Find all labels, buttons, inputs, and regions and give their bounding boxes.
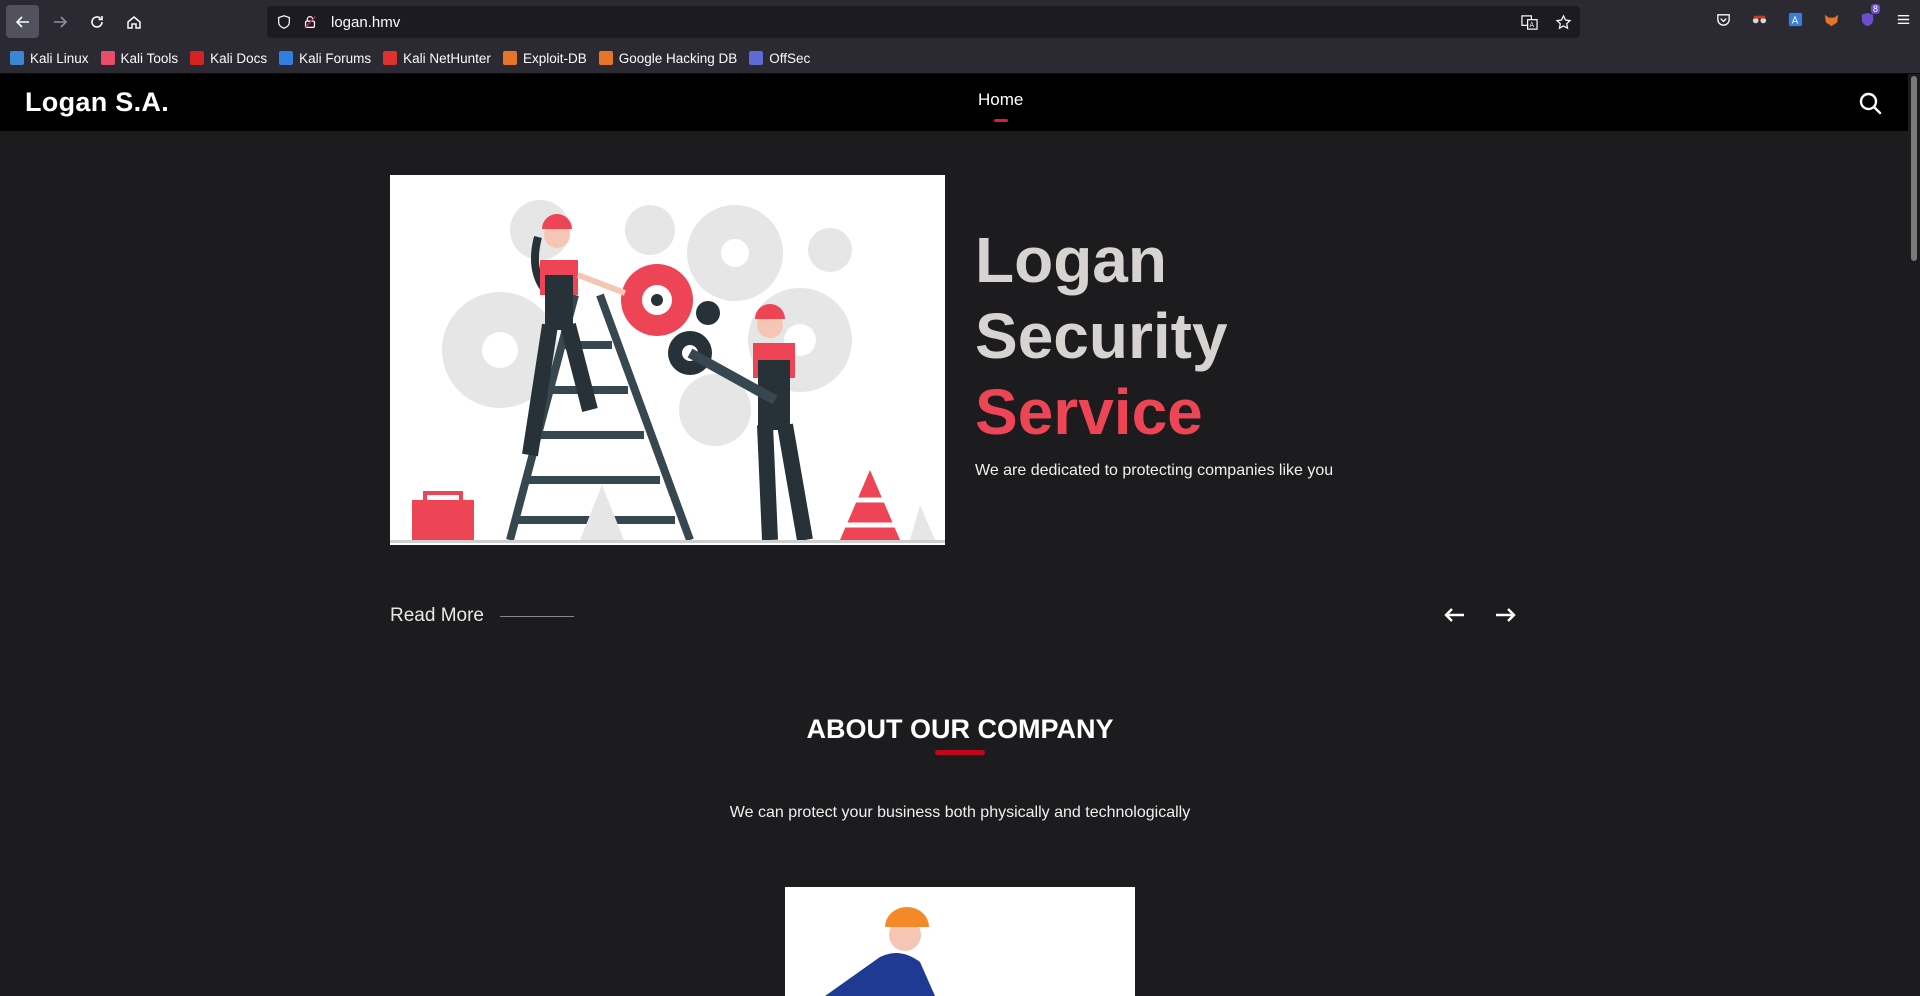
carousel-next-button[interactable] [1493,603,1517,632]
bookmark-label: Exploit-DB [522,50,587,66]
home-button[interactable] [117,5,150,38]
extension-translate-icon[interactable]: A [1786,10,1804,28]
forward-button[interactable] [43,5,76,38]
svg-text:A: A [1529,21,1534,29]
bookmark-favicon-icon [10,51,24,65]
read-more-line [500,615,574,617]
bookmark-item[interactable]: Kali NetHunter [383,51,491,66]
bookmark-favicon-icon [100,51,115,65]
read-more-label[interactable]: Read More [390,605,484,627]
hero-title-line3: Service [975,376,1203,448]
hero-illustration [390,175,945,545]
hero-title-line1: Logan [975,224,1167,296]
bookmark-favicon-icon [598,51,613,65]
bookmarks-bar: Kali Linux Kali Tools Kali Docs Kali Forums… [0,43,1920,74]
shield-icon[interactable] [275,13,293,31]
translate-icon[interactable]: A [1520,13,1538,31]
extension-badge: 8 [1870,4,1880,14]
bookmark-label: Kali Linux [30,50,89,66]
hero-title: Logan Security Service [975,222,1228,450]
bookmark-item[interactable]: Exploit-DB [502,50,587,66]
bookmark-label: Kali Docs [210,50,268,66]
hero-title-line2: Security [975,300,1228,372]
browser-toolbar: logan.hmv A A 8 [0,0,1920,43]
site-brand[interactable]: Logan S.A. [25,87,169,118]
web-page: Logan S.A. Home Logan Security Service W… [0,74,1920,996]
pocket-icon[interactable] [1714,10,1732,28]
search-icon[interactable] [1858,91,1882,115]
bookmark-favicon-icon [502,51,517,65]
about-title-underline [935,750,985,755]
nav-active-indicator [994,119,1008,122]
bookmark-item[interactable]: Google Hacking DB [598,50,738,66]
hero-subtitle: We are dedicated to protecting companies… [975,462,1334,479]
arrow-right-icon [1496,608,1516,622]
bookmark-label: Kali Tools [120,50,179,66]
bookmark-item[interactable]: OffSec [749,51,810,66]
back-button[interactable] [6,5,39,38]
arrow-right-icon [53,15,67,28]
bookmark-label: Kali Forums [299,50,372,66]
reload-icon [90,15,103,28]
bookmark-star-icon[interactable] [1554,13,1572,31]
bookmark-item[interactable]: Kali Linux [10,51,89,66]
menu-hamburger-icon[interactable] [1894,10,1912,28]
bookmark-favicon-icon [279,51,294,65]
about-illustration [785,887,1135,996]
home-icon [126,15,141,29]
arrow-left-icon [1444,608,1464,622]
extension-fox-icon[interactable] [1822,10,1840,28]
url-bar[interactable]: logan.hmv A [267,6,1580,38]
bookmark-favicon-icon [190,51,205,65]
bookmark-item[interactable]: Kali Forums [279,51,371,66]
arrow-left-icon [15,15,29,28]
page-scrollbar[interactable] [1908,74,1920,996]
lock-broken-icon[interactable] [301,13,319,31]
about-section-text: We can protect your business both physic… [729,804,1191,821]
scrollbar-thumb[interactable] [1911,76,1917,261]
bookmark-label: OffSec [769,50,811,66]
site-navbar: Logan S.A. Home [0,74,1920,131]
bookmark-favicon-icon [749,51,764,65]
carousel-prev-button[interactable] [1443,603,1467,632]
about-section-title: ABOUT OUR COMPANY [806,714,1114,744]
bookmark-label: Kali NetHunter [403,50,491,66]
carousel-controls [1443,603,1517,632]
extension-mask-icon[interactable] [1750,10,1768,28]
svg-text:A: A [1791,15,1798,26]
bookmark-favicon-icon [383,51,398,65]
reload-button[interactable] [80,5,113,38]
bookmark-item[interactable]: Kali Docs [190,51,267,66]
read-more-link[interactable]: Read More [390,605,574,627]
nav-home-link[interactable]: Home [978,90,1023,110]
url-text[interactable]: logan.hmv [331,14,400,31]
extension-shield-icon[interactable]: 8 [1858,4,1880,28]
bookmark-item[interactable]: Kali Tools [100,50,179,66]
bookmark-label: Google Hacking DB [618,50,738,66]
